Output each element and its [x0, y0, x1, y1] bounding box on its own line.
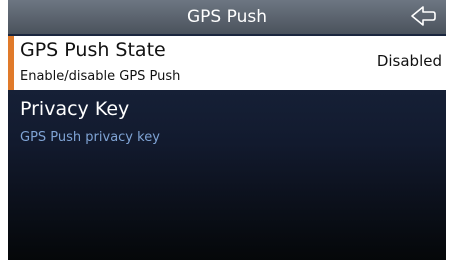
back-button[interactable] [406, 4, 438, 30]
menu-item-subtitle: GPS Push privacy key [20, 130, 160, 145]
title-bar: GPS Push [8, 0, 446, 34]
menu-item-value: Disabled [376, 52, 442, 70]
menu-item-title: GPS Push State [20, 39, 166, 61]
menu-item-privacy-key[interactable]: Privacy Key GPS Push privacy key [8, 92, 446, 152]
device-screen: GPS Push GPS Push State Enable/disable G… [8, 0, 446, 260]
back-arrow-icon [411, 6, 436, 26]
selection-indicator [8, 36, 14, 90]
menu-item-subtitle: Enable/disable GPS Push [20, 69, 181, 84]
menu-item-title: Privacy Key [20, 98, 130, 120]
menu-item-gps-push-state[interactable]: GPS Push State Enable/disable GPS Push D… [8, 36, 446, 90]
page-title: GPS Push [187, 7, 267, 27]
